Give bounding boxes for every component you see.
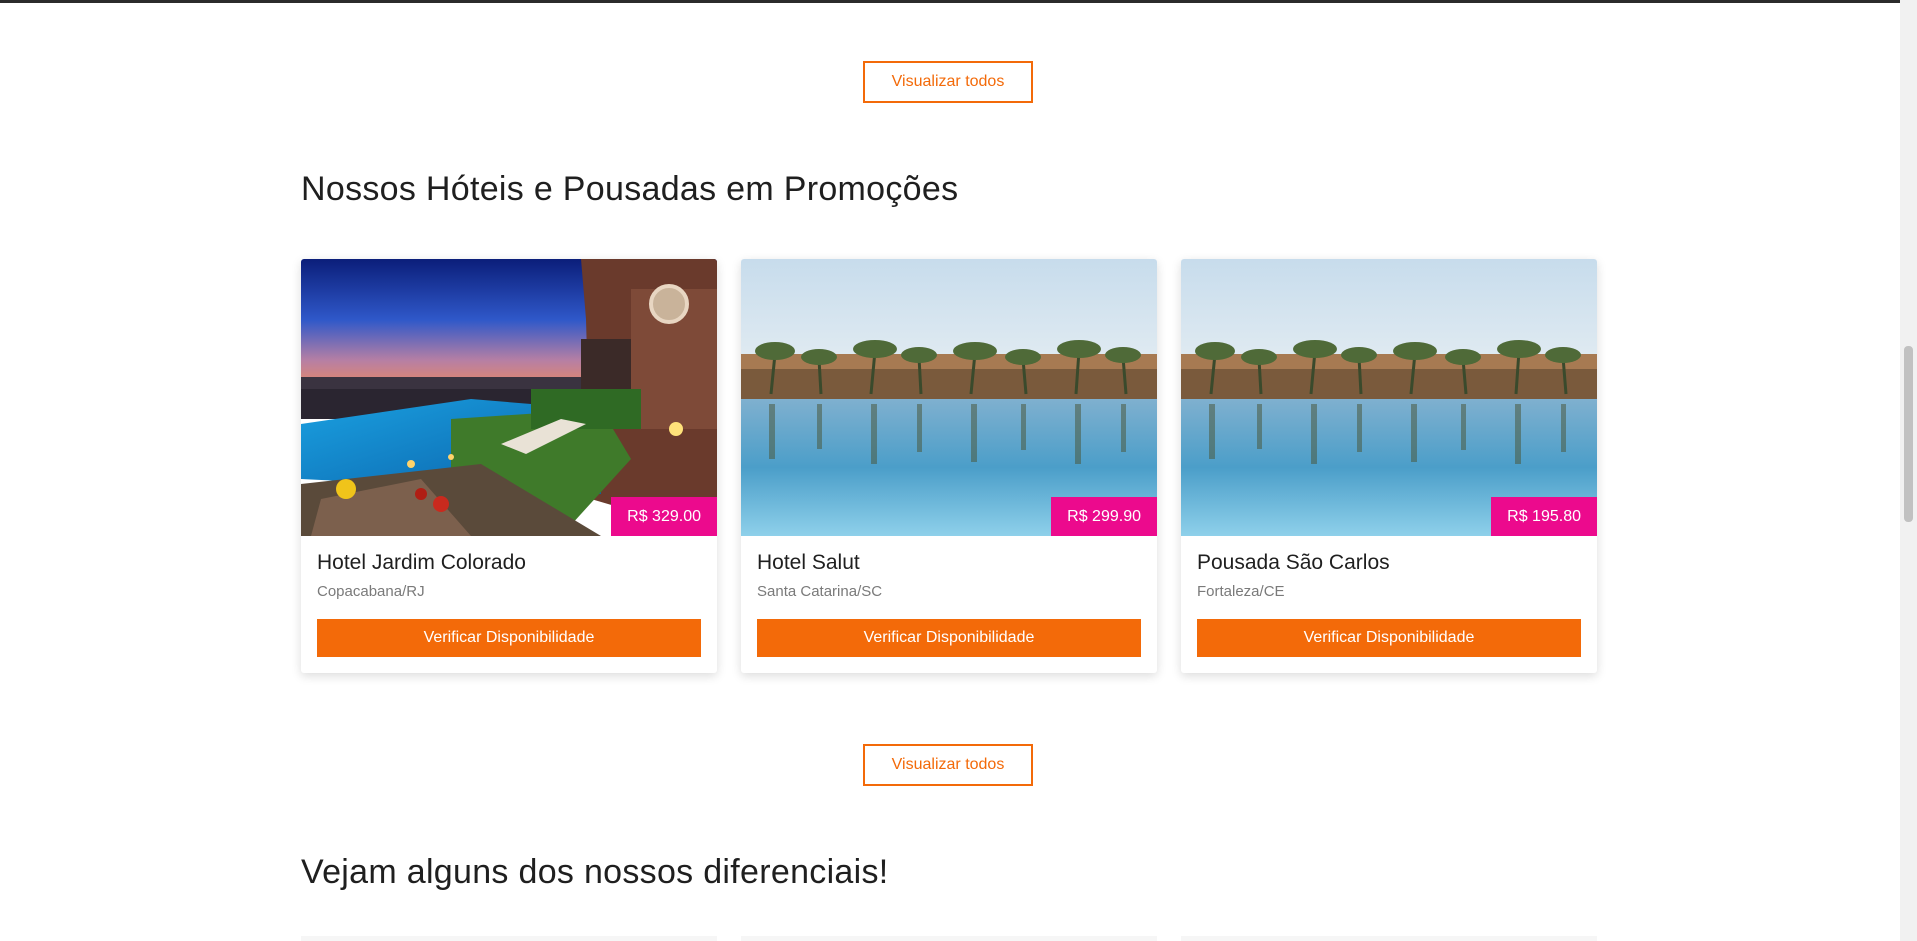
hotel-card: R$ 329.00 Hotel Jardim Colorado Copacaba… — [301, 259, 717, 673]
price-badge: R$ 299.90 — [1051, 497, 1157, 536]
hotel-name[interactable]: Pousada São Carlos — [1197, 551, 1390, 575]
price-badge: R$ 329.00 — [611, 497, 717, 536]
hotel-location: Fortaleza/CE — [1197, 583, 1285, 600]
page-scrollbar[interactable] — [1900, 0, 1917, 941]
price-badge: R$ 195.80 — [1491, 497, 1597, 536]
view-all-button-top[interactable]: Visualizar todos — [863, 61, 1033, 103]
hotel-card: R$ 195.80 Pousada São Carlos Fortaleza/C… — [1181, 259, 1597, 673]
feature-card-edge — [301, 936, 717, 941]
hotel-card: R$ 299.90 Hotel Salut Santa Catarina/SC … — [741, 259, 1157, 673]
hotel-name[interactable]: Hotel Jardim Colorado — [317, 551, 526, 575]
hotel-location: Santa Catarina/SC — [757, 583, 883, 600]
top-border — [0, 0, 1900, 3]
hotel-name[interactable]: Hotel Salut — [757, 551, 860, 575]
feature-card-edge — [1181, 936, 1597, 941]
promotions-section-title: Nossos Hóteis e Pousadas em Promoções — [301, 170, 959, 208]
hotel-photo-sunset-villa[interactable] — [301, 259, 717, 536]
hotel-photo-palm-resort[interactable] — [741, 259, 1157, 536]
feature-card-edge — [741, 936, 1157, 941]
hotel-location: Copacabana/RJ — [317, 583, 425, 600]
check-availability-button[interactable]: Verificar Disponibilidade — [317, 619, 701, 657]
features-section-title: Vejam alguns dos nossos diferenciais! — [301, 853, 889, 891]
check-availability-button[interactable]: Verificar Disponibilidade — [757, 619, 1141, 657]
check-availability-button[interactable]: Verificar Disponibilidade — [1197, 619, 1581, 657]
scrollbar-thumb[interactable] — [1904, 346, 1913, 522]
view-all-button-promotions[interactable]: Visualizar todos — [863, 744, 1033, 786]
hotel-photo-palm-resort[interactable] — [1181, 259, 1597, 536]
